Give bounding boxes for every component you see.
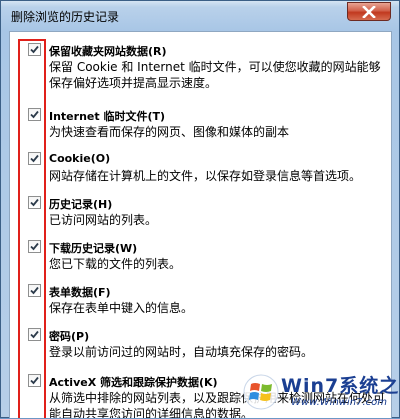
option-description: 保留 Cookie 和 Internet 临时文件，可以使您收藏的网站能够保存偏… xyxy=(49,60,381,90)
option-title[interactable]: 保留收藏夹网站数据(R) xyxy=(49,43,167,59)
option-description: 已访问网站的列表。 xyxy=(49,213,158,227)
option-title[interactable]: Internet 临时文件(T) xyxy=(49,108,165,124)
option-description: 网站存储在计算机上的文件，以保存如登录信息等首选项。 xyxy=(49,169,362,183)
checkmark-icon xyxy=(30,198,39,207)
option-description: 为快速查看而保存的网页、图像和媒体的副本 xyxy=(49,125,290,139)
checkmark-icon xyxy=(30,110,39,119)
checkmark-icon xyxy=(30,330,39,339)
checkmark-icon xyxy=(30,242,39,251)
checkbox-form-data[interactable] xyxy=(28,284,41,297)
close-button[interactable] xyxy=(347,2,391,21)
checkbox-preserve-favorites[interactable] xyxy=(28,43,41,56)
checkbox-temp-files[interactable] xyxy=(28,108,41,121)
option-description: 保存在表单中键入的信息。 xyxy=(49,301,194,315)
checkmark-icon xyxy=(30,286,39,295)
window-title: 删除浏览的历史记录 xyxy=(11,10,120,24)
checkbox-cookies[interactable] xyxy=(28,152,41,165)
checkbox-download-history[interactable] xyxy=(28,240,41,253)
option-title[interactable]: 密码(P) xyxy=(49,328,89,344)
option-title[interactable]: ActiveX 筛选和跟踪保护数据(K) xyxy=(49,374,218,390)
checkmark-icon xyxy=(30,45,39,54)
title-bar[interactable]: 删除浏览的历史记录 xyxy=(1,1,399,31)
option-description: 您已下载的文件的列表。 xyxy=(49,257,182,271)
windows-logo-icon xyxy=(243,374,279,410)
watermark-url: Www.Winwin7.com xyxy=(291,397,387,408)
close-icon xyxy=(362,5,376,18)
checkbox-history[interactable] xyxy=(28,196,41,209)
option-title[interactable]: 下载历史记录(W) xyxy=(49,240,137,256)
checkbox-highlight-frame xyxy=(18,39,46,418)
option-description: 登录以前访问过的网站时，自动填充保存的密码。 xyxy=(49,345,314,359)
option-title[interactable]: 表单数据(F) xyxy=(49,284,111,300)
watermark-brand: Win7系统之家 xyxy=(281,375,400,397)
site-watermark: Win7系统之家 Www.Winwin7.com xyxy=(241,369,400,419)
checkbox-activex-tracking[interactable] xyxy=(28,374,41,387)
checkmark-icon xyxy=(30,376,39,385)
checkmark-icon xyxy=(30,154,39,163)
options-panel: 保留收藏夹网站数据(R) 保留 Cookie 和 Internet 临时文件，可… xyxy=(9,31,392,418)
option-title[interactable]: Cookie(O) xyxy=(49,152,110,165)
delete-history-dialog: 删除浏览的历史记录 保留收藏夹网站数据(R) 保留 Cookie 和 Inter… xyxy=(0,0,400,418)
checkbox-passwords[interactable] xyxy=(28,328,41,341)
option-title[interactable]: 历史记录(H) xyxy=(49,196,112,212)
